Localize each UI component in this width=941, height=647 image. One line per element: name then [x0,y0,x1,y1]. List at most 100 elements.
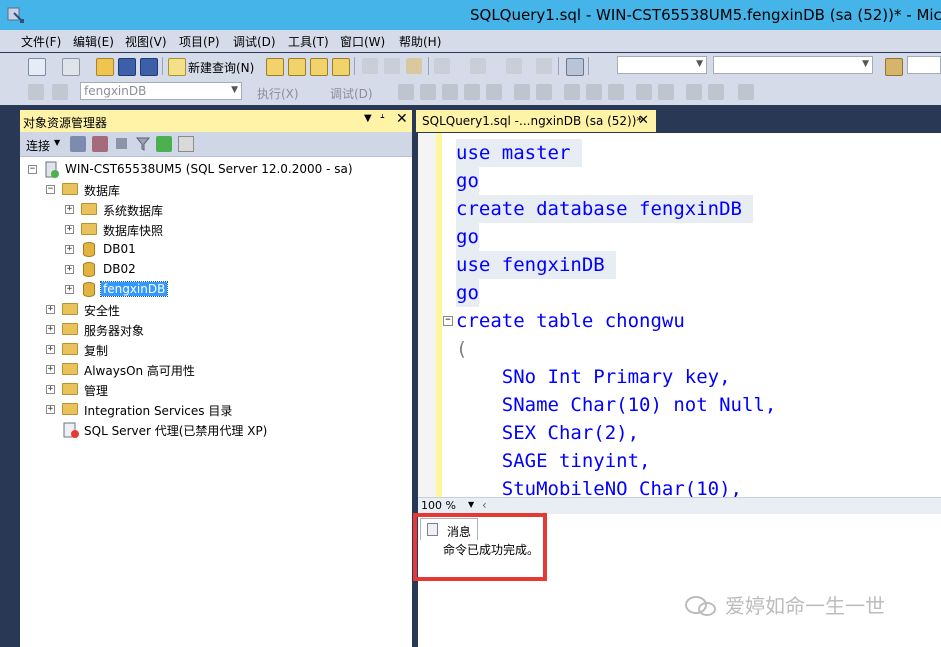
menu-view[interactable]: 视图(V) [125,33,167,50]
database-icon [83,242,95,257]
open-file-icon[interactable] [96,58,114,76]
expand-toggle[interactable]: + [46,345,55,354]
tab-label: SQLQuery1.sql -...ngxinDB (sa (52))* [422,114,643,128]
find-icon[interactable] [885,58,903,76]
activity-monitor-icon[interactable] [178,136,194,152]
copy-icon[interactable] [384,58,400,74]
expand-toggle[interactable]: + [46,305,55,314]
tree-label: 安全性 [84,304,121,318]
cut-icon[interactable] [362,58,378,74]
screenshot-icon[interactable] [566,58,584,76]
folder-icon [81,203,97,215]
parse-icon[interactable] [420,84,436,100]
pin-icon[interactable]: ᗮ [380,112,385,127]
zoom-level[interactable]: 100 % [421,499,456,512]
analysis-query-icon[interactable] [288,58,306,76]
code-line-11: SEX Char(2), [456,419,639,447]
navigate-forward-icon[interactable] [536,58,552,74]
tree-label: DB02 [103,262,136,276]
outline-collapse-icon[interactable]: − [443,316,453,326]
display-plan-icon[interactable] [442,84,458,100]
results-to-file-icon[interactable] [608,84,624,100]
object-explorer-title: 对象资源管理器 [23,116,108,130]
menu-project[interactable]: 项目(P) [179,33,220,50]
expand-toggle[interactable]: + [65,205,74,214]
tree-label: WIN-CST65538UM5 (SQL Server 12.0.2000 - … [65,162,353,176]
code-text: SAGE tinyint, [456,450,651,472]
code-line-10: SName Char(10) not Null, [456,391,777,419]
stop-icon[interactable] [398,84,414,100]
menu-tools[interactable]: 工具(T) [288,33,329,50]
expand-toggle[interactable]: + [65,225,74,234]
connect-object-explorer-icon[interactable] [70,136,86,152]
tab-sqlquery1[interactable]: SQLQuery1.sql -...ngxinDB (sa (52))* ✕ [416,110,656,132]
uncomment-icon[interactable] [658,84,674,100]
add-item-icon[interactable] [62,58,80,76]
menu-file[interactable]: 文件(F) [21,33,61,50]
code-text: go [456,226,479,248]
change-connection-icon[interactable] [52,84,68,100]
decrease-indent-icon[interactable] [686,84,702,100]
solution-config-select[interactable]: ▼ [617,56,707,74]
disconnect-icon[interactable] [92,136,108,152]
filter-icon[interactable] [136,137,150,151]
include-plan-icon[interactable] [536,84,552,100]
platform-select[interactable]: ▼ [713,56,873,74]
editor-status-bar: 100 % ▼ ‹ [418,497,941,514]
available-databases-select[interactable]: fengxinDB ▼ [80,82,242,100]
save-icon[interactable] [118,58,136,76]
debug-button[interactable]: 调试(D) [330,85,373,102]
menu-help[interactable]: 帮助(H) [399,33,441,50]
navigate-backward-icon[interactable] [506,58,522,74]
query-designer-icon[interactable] [464,84,480,100]
collapse-toggle[interactable]: − [28,165,37,174]
stop-icon[interactable] [116,138,127,149]
expand-toggle[interactable]: + [65,265,74,274]
dmx-query-icon[interactable] [310,58,328,76]
menu-edit[interactable]: 编辑(E) [73,33,114,50]
refresh-icon[interactable] [156,136,172,152]
new-project-icon[interactable] [28,58,46,76]
scroll-left-icon[interactable]: ‹ [482,498,487,512]
comment-icon[interactable] [636,84,652,100]
find-input[interactable] [907,56,941,74]
object-explorer-toolbar: 连接 ▼ [20,132,412,157]
database-engine-query-icon[interactable] [266,58,284,76]
expand-toggle[interactable]: + [46,385,55,394]
folder-icon [62,363,78,375]
close-tab-icon[interactable]: ✕ [638,113,649,128]
new-query-button[interactable]: 新建查询(N) [188,59,254,76]
connect-icon[interactable] [28,84,44,100]
collapse-toggle[interactable]: − [46,185,55,194]
intellisense-icon[interactable] [514,84,530,100]
expand-toggle[interactable]: + [46,365,55,374]
zoom-dropdown-icon[interactable]: ▼ [468,500,474,509]
menu-debug[interactable]: 调试(D) [233,33,276,50]
expand-toggle[interactable]: + [65,285,74,294]
code-text: SNo Int Primary key, [456,366,731,388]
close-icon[interactable]: ✕ [396,111,408,127]
code-text: SEX Char(2), [456,422,640,444]
results-to-text-icon[interactable] [564,84,580,100]
menu-window[interactable]: 窗口(W) [340,33,385,50]
redo-icon[interactable] [470,58,486,74]
increase-indent-icon[interactable] [708,84,724,100]
expand-toggle[interactable]: + [46,405,55,414]
connect-button[interactable]: 连接 [26,137,50,154]
connect-dropdown-icon[interactable]: ▼ [54,138,60,147]
tree-label: 系统数据库 [103,204,164,218]
new-query-icon[interactable] [168,58,186,76]
specify-template-icon[interactable] [738,84,754,100]
specify-values-icon[interactable] [486,84,502,100]
panel-dropdown-icon[interactable]: ▼ [364,113,372,124]
expand-toggle[interactable]: + [46,325,55,334]
results-to-grid-icon[interactable] [586,84,602,100]
object-explorer-panel [20,110,412,647]
undo-icon[interactable] [434,58,450,74]
expand-toggle[interactable]: + [65,245,74,254]
xmla-query-icon[interactable] [332,58,350,76]
save-all-icon[interactable] [140,58,158,76]
code-line-2: go [456,167,479,195]
paste-icon[interactable] [406,58,422,74]
execute-button[interactable]: 执行(X) [257,85,299,102]
